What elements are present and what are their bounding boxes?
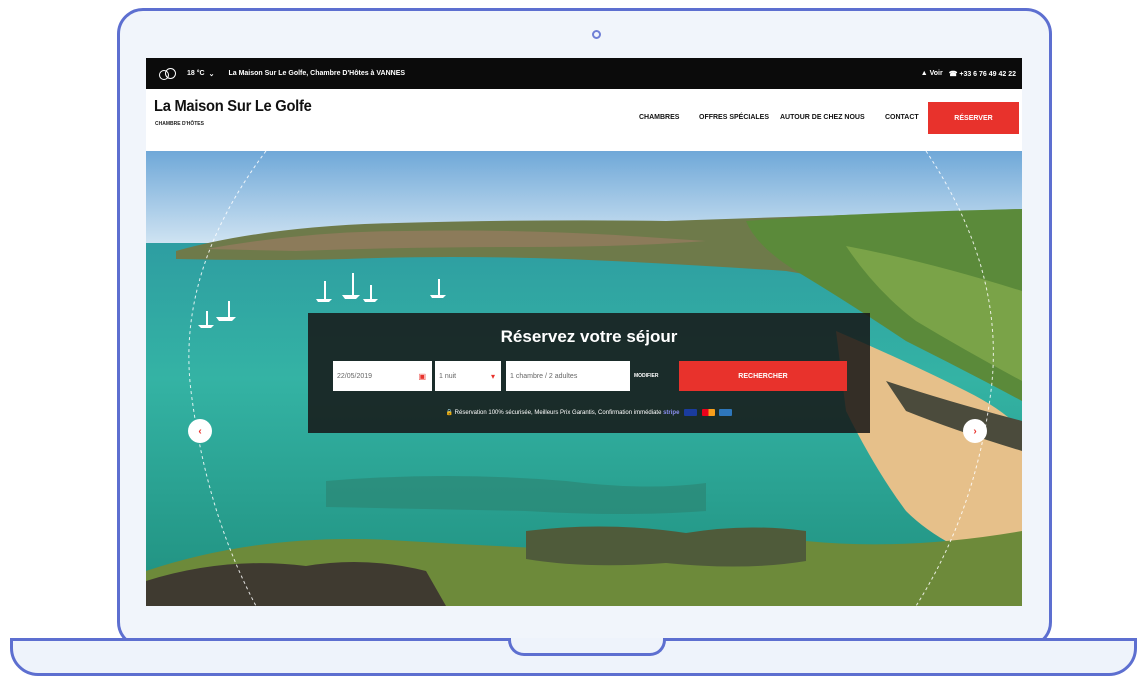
nights-value: 1 nuit xyxy=(439,372,457,380)
phone-number[interactable]: ☎ +33 6 76 49 42 22 xyxy=(949,70,1016,78)
chevron-down-icon[interactable]: ⌄ xyxy=(209,70,215,78)
amex-icon xyxy=(719,409,733,416)
temperature: 18 °C xyxy=(187,70,205,77)
arrow-right-icon[interactable]: › xyxy=(963,419,987,443)
weather-icon xyxy=(159,67,177,80)
secure-payment-note: 🔒 Réservation 100% sécurisée, Meilleurs … xyxy=(308,409,870,416)
mastercard-icon xyxy=(701,409,715,416)
laptop-notch xyxy=(508,638,666,656)
calendar-icon: ▣ xyxy=(418,371,426,381)
arrival-date-value: 22/05/2019 xyxy=(337,372,373,380)
nav-offres-speciales[interactable]: OFFRES SPÉCIALES xyxy=(699,114,769,121)
site-subtitle: CHAMBRE D'HÔTES xyxy=(155,121,204,127)
laptop-screen: 18 °C ⌄ La Maison Sur Le Golfe, Chambre … xyxy=(146,58,1022,606)
site-header: La Maison Sur Le Golfe CHAMBRE D'HÔTES C… xyxy=(146,89,1022,151)
site-title[interactable]: La Maison Sur Le Golfe xyxy=(154,98,312,116)
guests-value: 1 chambre / 2 adultes xyxy=(510,372,578,380)
arrow-left-icon[interactable]: ‹ xyxy=(188,419,212,443)
secure-text: 🔒 Réservation 100% sécurisée, Meilleurs … xyxy=(445,410,662,417)
camera-icon xyxy=(592,30,601,39)
view-link[interactable]: ▲ Voir xyxy=(921,70,943,77)
dropdown-icon: ▾ xyxy=(490,371,495,381)
nav-autour-de-chez-nous[interactable]: AUTOUR DE CHEZ NOUS xyxy=(780,114,865,121)
visa-icon xyxy=(684,409,698,416)
nav-chambres[interactable]: CHAMBRES xyxy=(639,114,679,121)
modify-link[interactable]: MODIFIER xyxy=(634,373,658,379)
arrival-date-input[interactable]: 22/05/2019 ▣ xyxy=(333,361,432,391)
nights-select[interactable]: 1 nuit ▾ xyxy=(435,361,501,391)
booking-panel: Réservez votre séjour 22/05/2019 ▣ 1 nui… xyxy=(308,313,870,433)
top-bar-right: ▲ Voir ☎ +33 6 76 49 42 22 xyxy=(921,70,1022,78)
guests-input[interactable]: 1 chambre / 2 adultes xyxy=(506,361,630,391)
search-button[interactable]: RECHERCHER xyxy=(679,361,847,391)
top-bar: 18 °C ⌄ La Maison Sur Le Golfe, Chambre … xyxy=(146,58,1022,89)
site-tagline: La Maison Sur Le Golfe, Chambre D'Hôtes … xyxy=(228,70,406,77)
booking-title: Réservez votre séjour xyxy=(500,327,678,346)
stripe-logo: stripe xyxy=(663,410,680,417)
nav-contact[interactable]: CONTACT xyxy=(885,114,919,121)
reserve-button[interactable]: RÉSERVER xyxy=(928,102,1019,134)
hero-image: ‹ › Réservez votre séjour 22/05/2019 ▣ 1… xyxy=(146,151,1022,606)
